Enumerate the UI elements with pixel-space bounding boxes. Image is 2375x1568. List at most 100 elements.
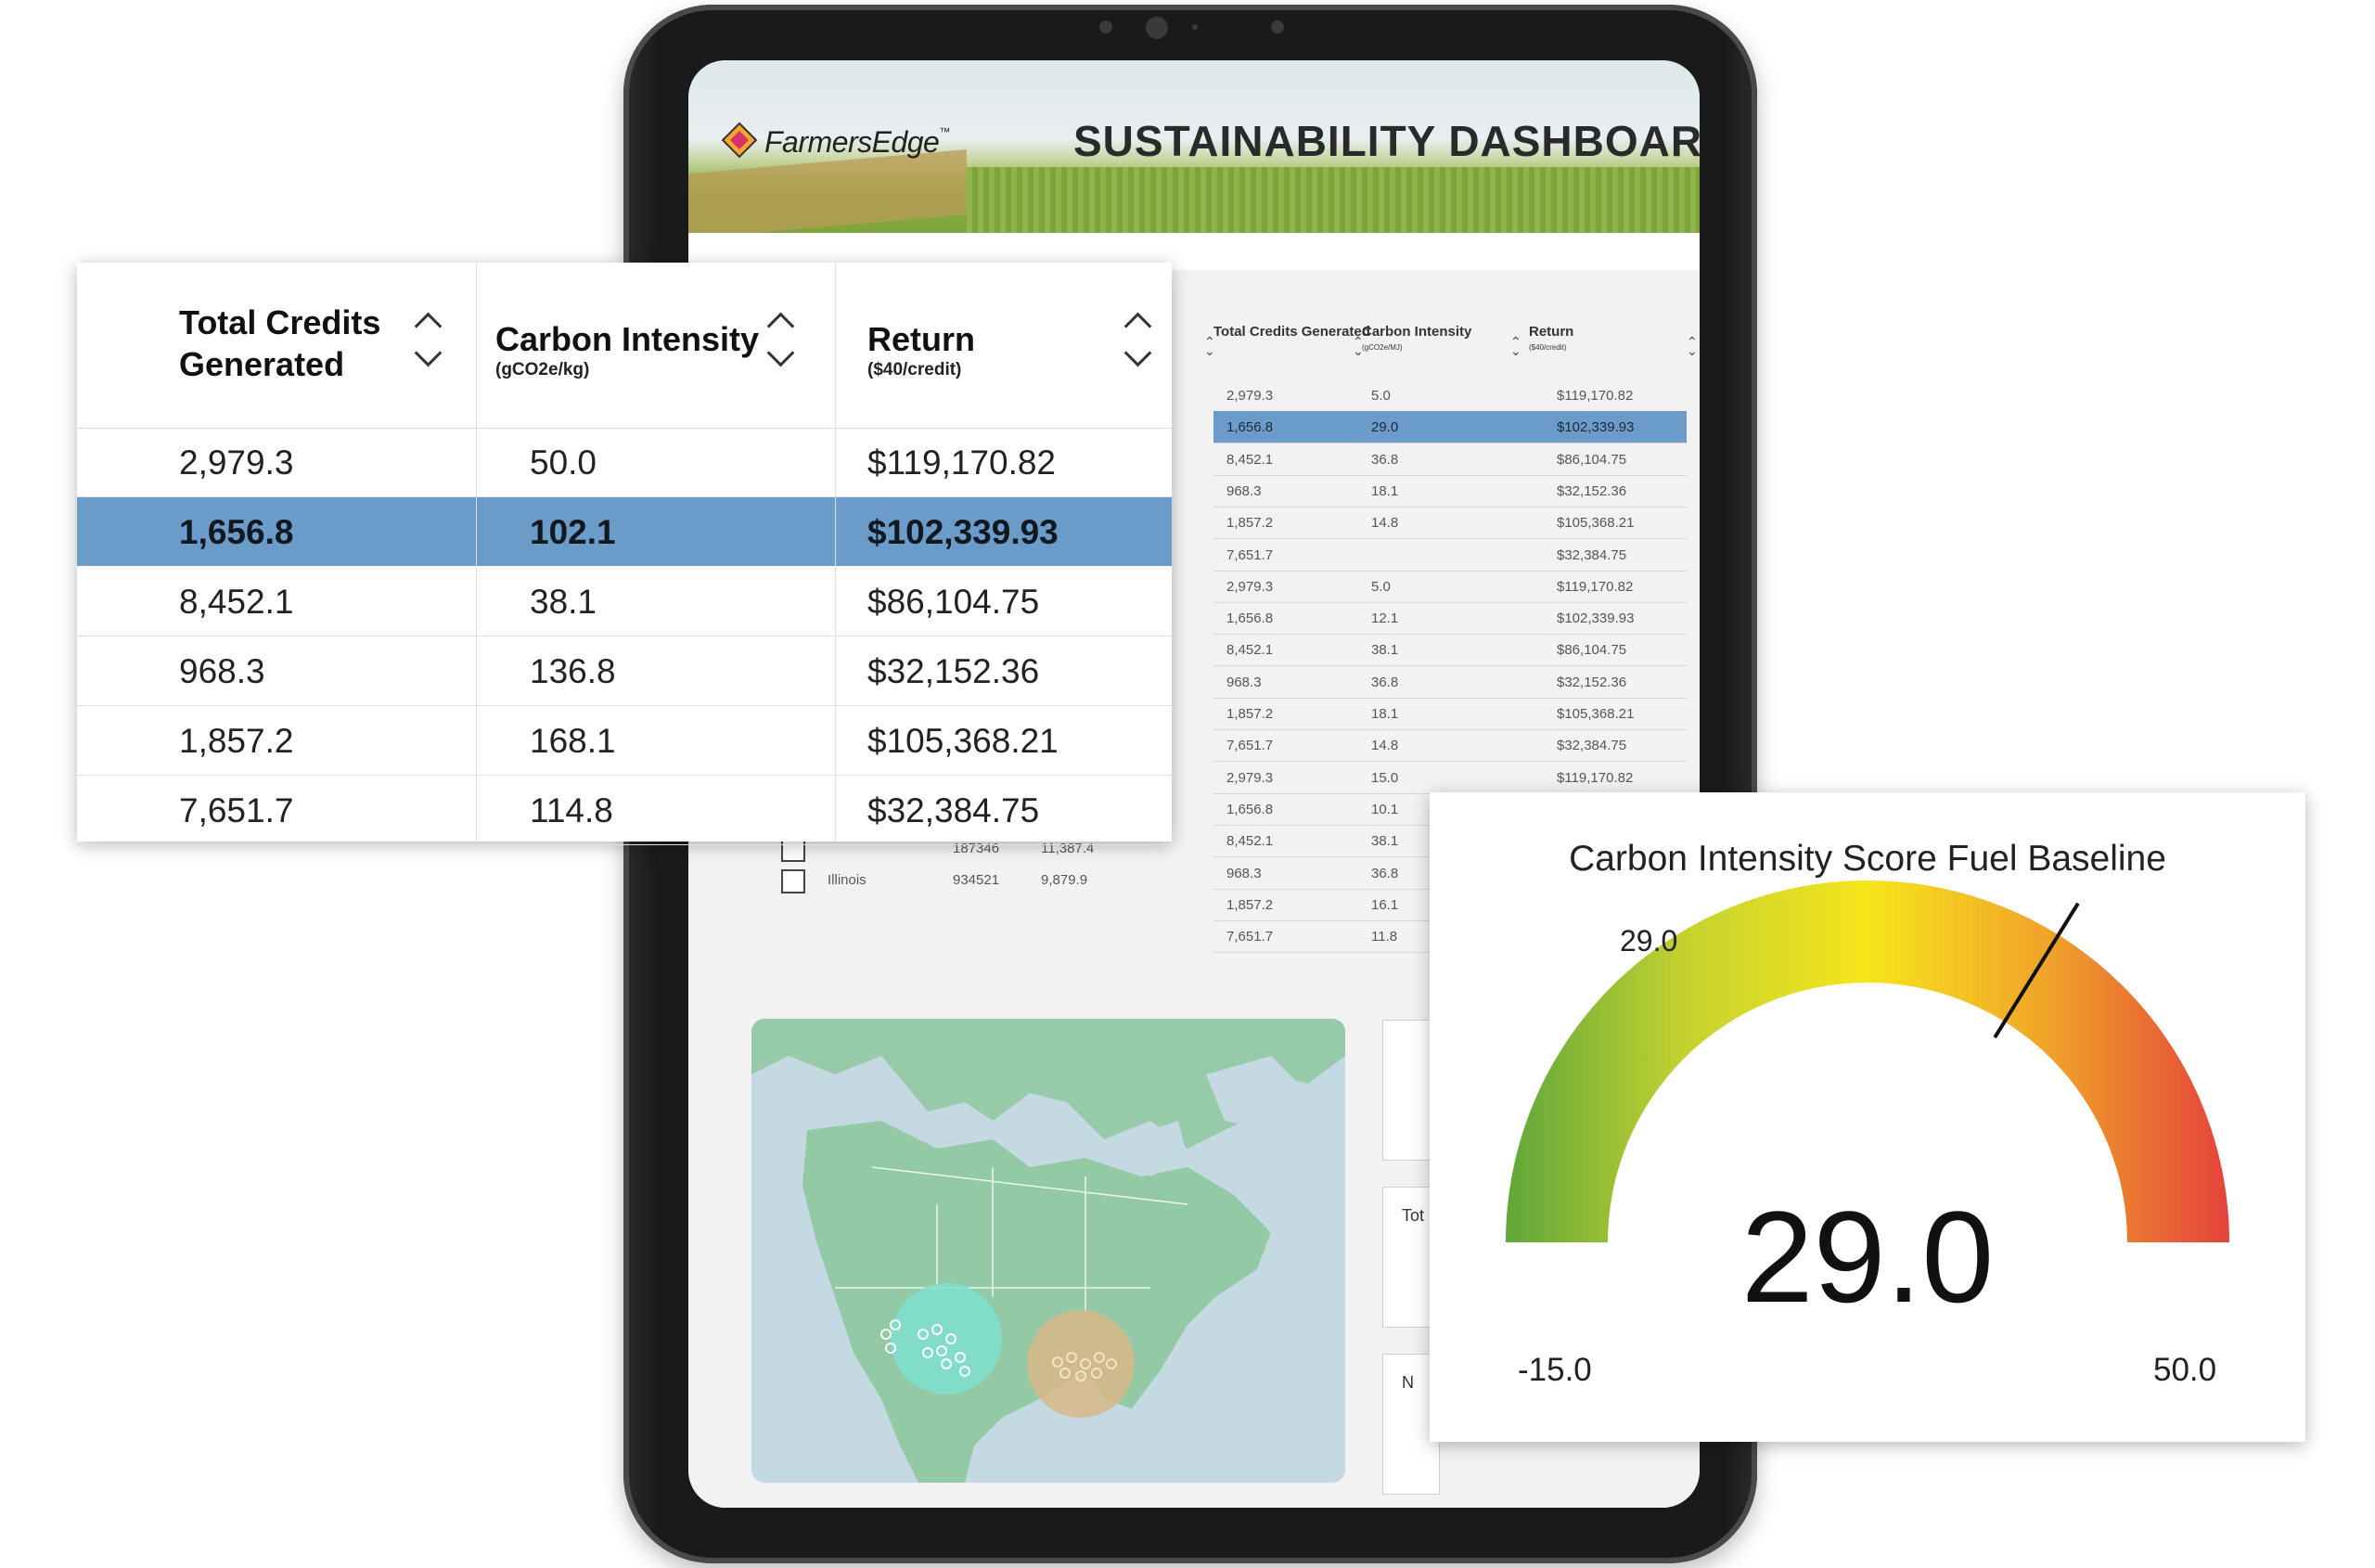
table-row[interactable]: 7,651.7 $32,384.75 <box>1213 539 1687 572</box>
sort-asc-icon[interactable] <box>414 312 443 341</box>
table-row[interactable]: 2,979.3 50.0 $119,170.82 <box>77 428 1172 497</box>
table-row[interactable]: 1,656.8 29.0 $102,339.93 <box>1213 411 1687 444</box>
cell-carbon-intensity: 14.8 <box>1371 738 1399 754</box>
table-row[interactable]: 1,656.8 102.1 $102,339.93 <box>77 497 1172 566</box>
cell-return: $102,339.93 <box>1557 610 1635 627</box>
cell-carbon-intensity: 11.8 <box>1371 929 1398 945</box>
gauge-needle-label: 29.0 <box>1620 924 1678 958</box>
cell-total-credits: 7,651.7 <box>1226 738 1274 754</box>
table-row[interactable]: 8,452.1 38.1 $86,104.75 <box>1213 634 1687 667</box>
table-row[interactable]: 1,857.2 18.1 $105,368.21 <box>1213 698 1687 730</box>
cell-return: $32,384.75 <box>867 791 1040 829</box>
cell-return: $86,104.75 <box>1557 642 1627 659</box>
cell-total-credits: 2,979.3 <box>179 443 294 482</box>
header-carbon-intensity[interactable]: Carbon Intensity <box>495 320 759 359</box>
cell-carbon-intensity: 102.1 <box>530 513 616 551</box>
table-row[interactable]: 968.3 136.8 $32,152.36 <box>77 636 1172 706</box>
sort-desc-icon[interactable] <box>766 339 795 367</box>
header-return-unit: ($40/credit) <box>867 360 962 379</box>
cell-total-credits: 7,651.7 <box>1226 546 1274 563</box>
cell-total-credits: 7,651.7 <box>179 791 294 829</box>
table-row[interactable]: 1,857.2 168.1 $105,368.21 <box>77 706 1172 776</box>
table-row[interactable]: 1,656.8 12.1 $102,339.93 <box>1213 602 1687 636</box>
cell-return: $32,384.75 <box>1557 738 1627 754</box>
cell-total-credits: 2,979.3 <box>1226 388 1274 404</box>
cell-total-credits: 8,452.1 <box>179 583 294 621</box>
region-value: 9,879.9 <box>1041 872 1088 888</box>
cell-carbon-intensity: 36.8 <box>1371 865 1399 881</box>
sort-toggle-icon[interactable]: ⌃ ⌄ <box>1204 335 1215 357</box>
banner-field <box>688 149 967 240</box>
carbon-intensity-gauge-card: Carbon Intensity Score Fuel Baseline 29.… <box>1430 792 2305 1442</box>
sort-asc-icon[interactable] <box>766 312 795 341</box>
cell-carbon-intensity: 38.1 <box>1371 642 1399 659</box>
table-row[interactable]: 8,452.1 38.1 $86,104.75 <box>77 567 1172 636</box>
sensor-dot <box>1192 24 1198 30</box>
sort-asc-icon[interactable] <box>1123 312 1152 341</box>
header-return[interactable]: Return <box>867 320 975 359</box>
table-row[interactable]: 968.3 18.1 $32,152.36 <box>1213 475 1687 508</box>
region-name: Illinois <box>828 872 867 888</box>
sort-toggle-icon[interactable]: ⌃ ⌄ <box>1687 335 1698 357</box>
sort-desc-icon[interactable] <box>414 339 443 367</box>
table-row[interactable]: 2,979.3 5.0 $119,170.82 <box>1213 379 1687 412</box>
table-row[interactable]: 968.3 36.8 $32,152.36 <box>1213 666 1687 699</box>
cell-total-credits: 1,656.8 <box>1226 419 1274 436</box>
banner-crops <box>967 167 1700 241</box>
list-item: Illinois 934521 9,879.9 <box>781 865 1226 896</box>
table-row[interactable]: 2,979.3 15.0 $119,170.82 <box>1213 762 1687 794</box>
table-row[interactable]: 1,857.2 14.8 $105,368.21 <box>1213 507 1687 540</box>
cell-total-credits: 1,656.8 <box>1226 801 1274 817</box>
bg-header-carbon-intensity[interactable]: Carbon Intensity (gCO2e/MJ) <box>1362 324 1510 378</box>
cell-carbon-intensity: 10.1 <box>1371 801 1399 817</box>
cell-return: $119,170.82 <box>1557 388 1634 404</box>
table-row[interactable]: 2,979.3 5.0 $119,170.82 <box>1213 571 1687 603</box>
cell-carbon-intensity: 12.1 <box>1371 610 1399 627</box>
bg-header-return[interactable]: Return ($40/credit) <box>1529 324 1640 378</box>
cell-carbon-intensity: 15.0 <box>1371 769 1399 786</box>
cell-carbon-intensity: 18.1 <box>1371 482 1399 499</box>
summary-card-label: Tot <box>1402 1206 1425 1225</box>
regions-map[interactable] <box>751 1019 1345 1483</box>
camera-dot <box>1099 20 1112 33</box>
header-banner: FarmersEdge™ SUSTAINABILITY DASHBOARD <box>688 60 1700 241</box>
cell-total-credits: 1,656.8 <box>1226 610 1274 627</box>
cell-total-credits: 1,857.2 <box>1226 515 1274 532</box>
header-carbon-intensity-unit: (gCO2e/kg) <box>495 360 590 379</box>
cell-total-credits: 968.3 <box>179 652 265 690</box>
cell-return: $32,152.36 <box>1557 482 1627 499</box>
table-row[interactable]: 7,651.7 14.8 $32,384.75 <box>1213 729 1687 763</box>
cell-return: $86,104.75 <box>867 583 1040 621</box>
bg-header-total-credits[interactable]: Total Credits Generated <box>1213 324 1371 378</box>
brand-logo-text: FarmersEdge™ <box>764 125 950 159</box>
header-total-credits[interactable]: Total Credits Generated <box>179 302 380 385</box>
cell-carbon-intensity: 36.8 <box>1371 674 1399 690</box>
cell-return: $102,339.93 <box>1557 419 1635 436</box>
cell-total-credits: 8,452.1 <box>1226 451 1274 468</box>
sort-toggle-icon[interactable]: ⌃ ⌄ <box>1510 335 1521 357</box>
cell-carbon-intensity: 14.8 <box>1371 515 1399 532</box>
cell-carbon-intensity: 38.1 <box>1371 833 1399 850</box>
sort-desc-icon[interactable] <box>1123 339 1152 367</box>
cell-carbon-intensity: 36.8 <box>1371 451 1399 468</box>
column-divider <box>476 263 477 842</box>
cell-return: $119,170.82 <box>867 443 1057 482</box>
cell-return: $32,152.36 <box>867 652 1040 690</box>
cell-total-credits: 2,979.3 <box>1226 578 1274 595</box>
column-divider <box>835 263 836 842</box>
cell-total-credits: 968.3 <box>1226 674 1262 690</box>
cell-carbon-intensity: 38.1 <box>530 583 597 621</box>
sort-toggle-icon[interactable]: ⌃ ⌄ <box>1353 335 1364 357</box>
table-row[interactable]: 7,651.7 114.8 $32,384.75 <box>77 776 1172 845</box>
cell-return: $105,368.21 <box>1557 515 1635 532</box>
gauge-chart <box>1506 880 2229 1242</box>
cell-total-credits: 1,857.2 <box>179 722 294 760</box>
farmers-edge-logo-icon <box>721 122 758 159</box>
gauge-max-label: 50.0 <box>2153 1352 2217 1388</box>
cell-return: $32,384.75 <box>1557 546 1627 563</box>
cell-total-credits: 1,857.2 <box>1226 706 1274 722</box>
dashboard-title: SUSTAINABILITY DASHBOARD <box>1073 117 1700 165</box>
table-row[interactable]: 8,452.1 36.8 $86,104.75 <box>1213 443 1687 476</box>
cell-carbon-intensity: 114.8 <box>530 791 613 829</box>
region-checkbox-illinois[interactable] <box>781 869 805 893</box>
